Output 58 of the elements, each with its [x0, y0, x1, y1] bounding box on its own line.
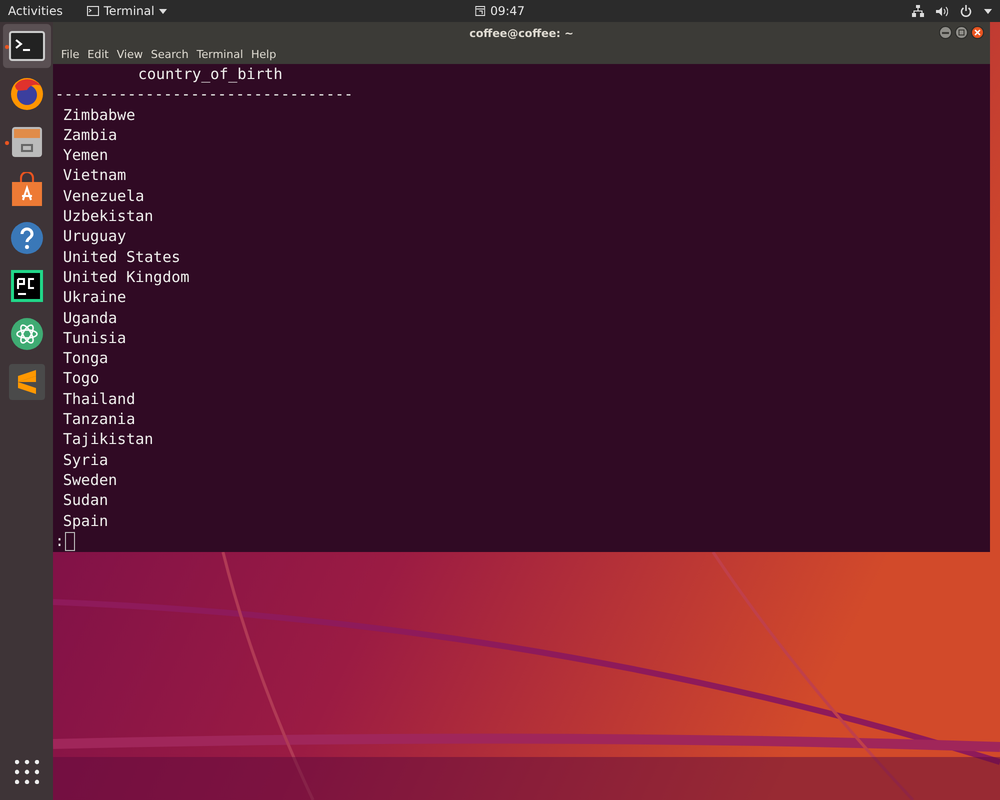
table-cell: Tonga: [63, 349, 108, 368]
menu-item[interactable]: Search: [146, 48, 193, 60]
minimize-icon: [942, 32, 949, 34]
network-icon[interactable]: [912, 5, 924, 17]
close-button[interactable]: [971, 26, 984, 39]
pager-prompt: :: [55, 532, 64, 550]
maximize-button[interactable]: [955, 26, 968, 39]
file-cabinet-icon: [10, 125, 44, 159]
table-cell: Spain: [63, 512, 108, 530]
volume-icon[interactable]: [936, 6, 948, 16]
table-cell: Ukraine: [63, 288, 126, 306]
table-cell: Sudan: [63, 491, 108, 510]
clock[interactable]: 09:47: [475, 4, 525, 18]
terminal-icon: [86, 6, 99, 16]
separator-line: ---------------------------------: [55, 85, 354, 104]
column-header: country_of_birth: [138, 65, 282, 83]
close-icon: [974, 29, 981, 36]
table-cell: Sweden: [63, 470, 118, 489]
table-cell: Tunisia: [63, 328, 126, 347]
atom-icon: [10, 317, 44, 351]
app-menu[interactable]: Terminal: [86, 4, 168, 18]
menu-item[interactable]: File: [57, 48, 84, 60]
maximize-icon: [958, 29, 965, 36]
table-cell: Uruguay: [63, 227, 126, 246]
table-cell: Syria: [63, 450, 108, 469]
ide-icon: [10, 269, 44, 303]
cursor: [65, 532, 76, 552]
help-icon: [10, 221, 44, 255]
calendar-icon: [475, 6, 486, 16]
table-cell: Zambia: [63, 126, 118, 144]
editor-icon: [8, 364, 44, 400]
power-icon[interactable]: [960, 5, 972, 17]
app-grid-icon[interactable]: [14, 760, 38, 784]
table-cell: United States: [63, 248, 180, 266]
menu-item[interactable]: View: [112, 48, 147, 60]
table-cell: Tanzania: [63, 410, 136, 428]
menu-item[interactable]: Help: [247, 48, 280, 60]
table-cell: Venezuela: [63, 186, 144, 205]
table-cell: Tajikistan: [63, 430, 154, 448]
activities-button[interactable]: Activities: [8, 4, 63, 18]
caret-icon: [159, 8, 168, 14]
table-cell: United Kingdom: [63, 268, 190, 286]
table-cell: Zimbabwe: [63, 106, 136, 124]
browser-icon: [8, 76, 44, 112]
shopping-bag-icon: [10, 172, 44, 208]
caret-icon[interactable]: [984, 8, 992, 14]
table-cell: Togo: [63, 369, 100, 388]
window-title: coffee@coffee: ~: [469, 26, 574, 40]
terminal-icon: [8, 31, 44, 61]
table-cell: Thailand: [63, 390, 136, 408]
menu-item[interactable]: Terminal: [192, 48, 248, 60]
menu-item[interactable]: Edit: [83, 48, 113, 60]
dock-item[interactable]: [2, 24, 50, 68]
table-cell: Uzbekistan: [63, 207, 154, 226]
table-cell: Uganda: [63, 308, 118, 327]
minimize-button[interactable]: [939, 26, 952, 39]
table-cell: Yemen: [63, 146, 108, 164]
table-cell: Vietnam: [63, 166, 126, 184]
